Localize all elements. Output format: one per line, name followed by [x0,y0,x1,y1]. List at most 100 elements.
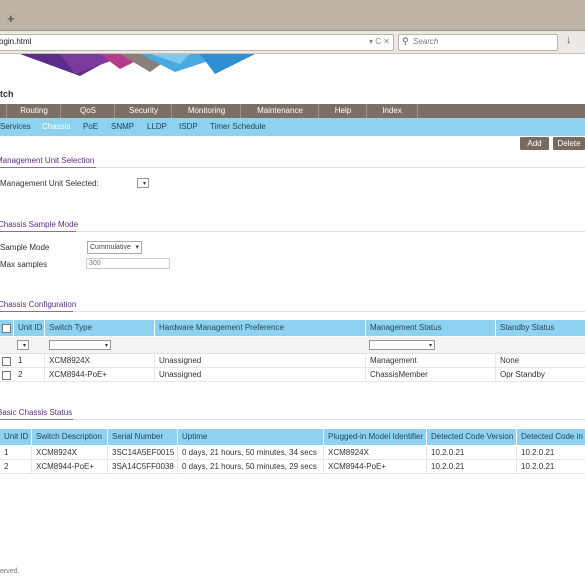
cell-switch-type: XCM8944-PoE+ [45,368,155,381]
cell-unit-id: 1 [0,446,32,459]
section-rule-tail [73,311,585,312]
column-header[interactable]: Hardware Management Preference [155,320,366,336]
table-header: Unit ID Switch Type Hardware Management … [0,320,585,336]
section-title-sample-mode: Chassis Sample Mode [0,220,79,229]
sample-mode-select[interactable]: Cummulative ▾ [87,241,142,254]
select-all-cell [0,320,14,336]
column-header[interactable]: Uptime [178,429,324,445]
nav-security[interactable]: Security [114,104,172,118]
subnav-snmp[interactable]: SNMP [111,118,134,136]
nav-help[interactable]: Help [318,104,367,118]
cell-code-in: 10.2.0.21 [521,448,555,457]
banner-graphic [20,54,255,76]
cell-model-id: XCM8924X [324,446,427,459]
cell-uptime: 0 days, 21 hours, 50 minutes, 34 secs [178,446,324,459]
section-title-mgmt-unit: Management Unit Selection [0,156,95,165]
brand-banner [0,54,585,104]
section-rule-tail [76,231,585,232]
cell-mgmt-status: Management [366,354,496,367]
mgmt-unit-label: Management Unit Selected: [0,179,99,188]
column-header[interactable]: Serial Number [108,429,178,445]
column-header[interactable]: Detected Code in [517,429,585,445]
chevron-down-icon: ▾ [104,343,108,349]
new-tab-button[interactable]: + [7,12,15,26]
section-rule [0,231,76,232]
cell-uptime: 0 days, 21 hours, 50 minutes, 29 secs [178,460,324,473]
subnav-isdp[interactable]: ISDP [179,118,198,136]
cell-standby-status: Opr Standby [500,370,545,379]
cell-code-in: 10.2.0.21 [521,462,555,471]
cell-serial-number: 3SC14A5EF0015 [108,446,178,459]
chevron-down-icon: ▾ [135,244,139,251]
search-icon: ⚲ [402,36,409,46]
filter-row: ▾ ▾ ▾ [0,337,585,354]
chevron-down-icon: ▾ [142,181,146,187]
browser-toolbar: ogin.html ▾ C ✕ ⚲ Search [0,31,585,54]
cell-code-version: 10.2.0.21 [427,446,517,459]
nav-monitoring[interactable]: Monitoring [171,104,241,118]
section-title-chassis-config: Chassis Configuration [0,300,77,309]
brand-title: tch [0,89,14,99]
column-header[interactable]: Unit ID [0,429,32,445]
table-row: 2 XCM8944-PoE+ 3SA14C5FF0038 0 days, 21 … [0,460,585,474]
cell-code-version: 10.2.0.21 [427,460,517,473]
subnav-poe[interactable]: PoE [83,118,98,136]
mgmt-unit-select[interactable]: ▾ [137,178,149,188]
url-text: ogin.html [0,37,32,46]
nav-index[interactable]: Index [366,104,418,118]
max-samples-label: Max samples [0,260,48,269]
table-row: 1 XCM8924X 3SC14A5EF0015 0 days, 21 hour… [0,446,585,460]
section-rule [0,419,73,420]
sample-mode-label: Sample Mode [0,243,50,252]
column-header[interactable]: Standby Status [496,320,585,336]
table-row[interactable]: 2 XCM8944-PoE+ Unassigned ChassisMember … [0,368,585,382]
unit-id-filter[interactable]: ▾ [17,340,29,350]
url-bar[interactable]: ogin.html ▾ C ✕ [0,34,394,51]
section-rule [0,311,73,312]
delete-button[interactable]: Delete [553,137,585,150]
cell-unit-id: 1 [14,354,45,367]
subnav-lldp[interactable]: LLDP [147,118,167,136]
nav-routing[interactable]: Routing [6,104,61,118]
column-header[interactable]: Switch Type [45,320,155,336]
cell-hw-pref: Unassigned [155,354,366,367]
section-rule [0,167,96,168]
cell-switch-type: XCM8924X [45,354,155,367]
cell-mgmt-status: ChassisMember [366,368,496,381]
search-input[interactable]: ⚲ Search [398,34,558,51]
subnav-timer-schedule[interactable]: Timer Schedule [210,118,266,136]
search-placeholder: Search [413,37,439,46]
row-checkbox[interactable] [2,371,11,380]
switch-type-filter[interactable]: ▾ [49,340,111,350]
cell-standby-status: None [500,356,520,365]
column-header[interactable]: Management Status [366,320,496,336]
select-all-checkbox[interactable] [2,324,11,333]
max-samples-input[interactable] [86,258,170,269]
table-row[interactable]: 1 XCM8924X Unassigned Management None [0,354,585,368]
column-header[interactable]: Detected Code Version [427,429,517,445]
add-button[interactable]: Add [520,137,549,150]
column-header[interactable]: Plugged-in Model Identifier [324,429,427,445]
download-icon[interactable]: ↓ [566,34,572,46]
sub-nav: Services Chassis PoE SNMP LLDP ISDP Time… [0,118,585,136]
chevron-down-icon: ▾ [428,343,432,349]
nav-qos[interactable]: QoS [60,104,115,118]
reload-icon[interactable]: ▾ C ✕ [369,37,390,46]
footer-copyright: erved. [0,568,20,575]
cell-unit-id: 2 [14,368,45,381]
section-rule-tail [73,419,585,420]
subnav-chassis[interactable]: Chassis [42,118,70,136]
column-header[interactable]: Unit ID [14,320,45,336]
nav-maintenance[interactable]: Maintenance [240,104,319,118]
subnav-services[interactable]: Services [0,118,31,136]
mgmt-status-filter[interactable]: ▾ [369,340,435,350]
cell-unit-id: 2 [0,460,32,473]
section-rule-tail [96,167,585,168]
cell-serial-number: 3SA14C5FF0038 [108,460,178,473]
cell-switch-description: XCM8924X [32,446,108,459]
chevron-down-icon: ▾ [22,343,26,349]
cell-model-id: XCM8944-PoE+ [324,460,427,473]
row-checkbox[interactable] [2,357,11,366]
browser-tab-bar: + [0,0,585,31]
column-header[interactable]: Switch Description [32,429,108,445]
